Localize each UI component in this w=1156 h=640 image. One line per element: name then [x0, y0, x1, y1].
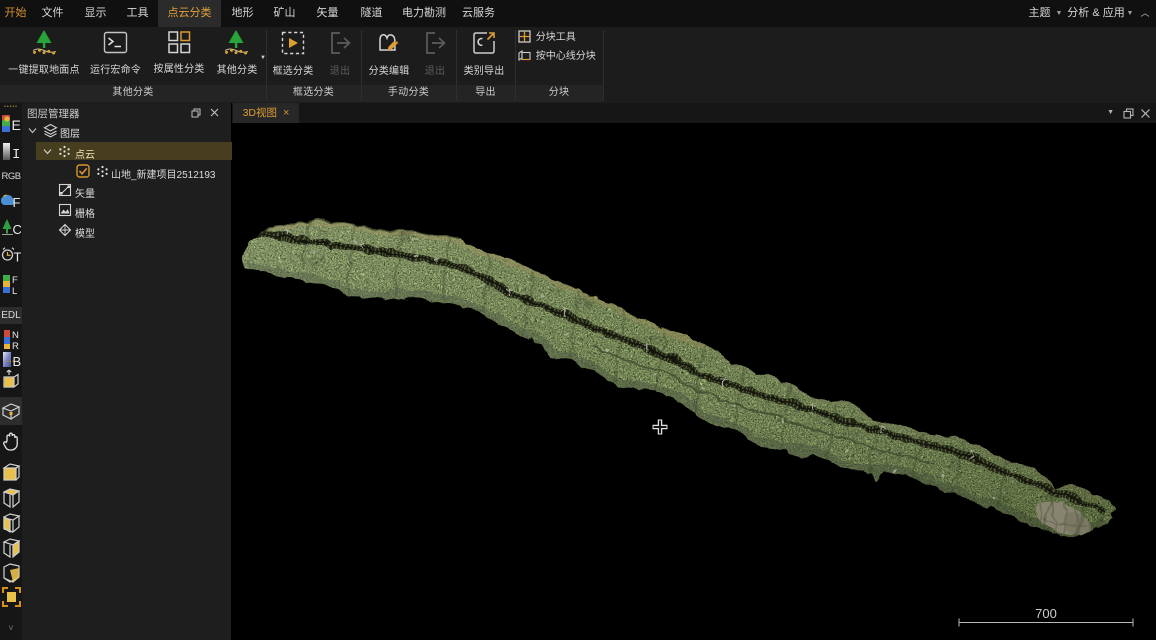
- svg-text:L: L: [12, 286, 17, 297]
- svg-text:T: T: [14, 250, 22, 265]
- svg-text:F: F: [12, 275, 18, 286]
- svg-text:C: C: [13, 222, 22, 237]
- svg-text:N: N: [12, 330, 19, 341]
- svg-text:E: E: [12, 117, 21, 133]
- svg-text:I: I: [12, 147, 20, 162]
- svg-text:F: F: [13, 195, 21, 210]
- svg-text:700: 700: [1035, 606, 1057, 621]
